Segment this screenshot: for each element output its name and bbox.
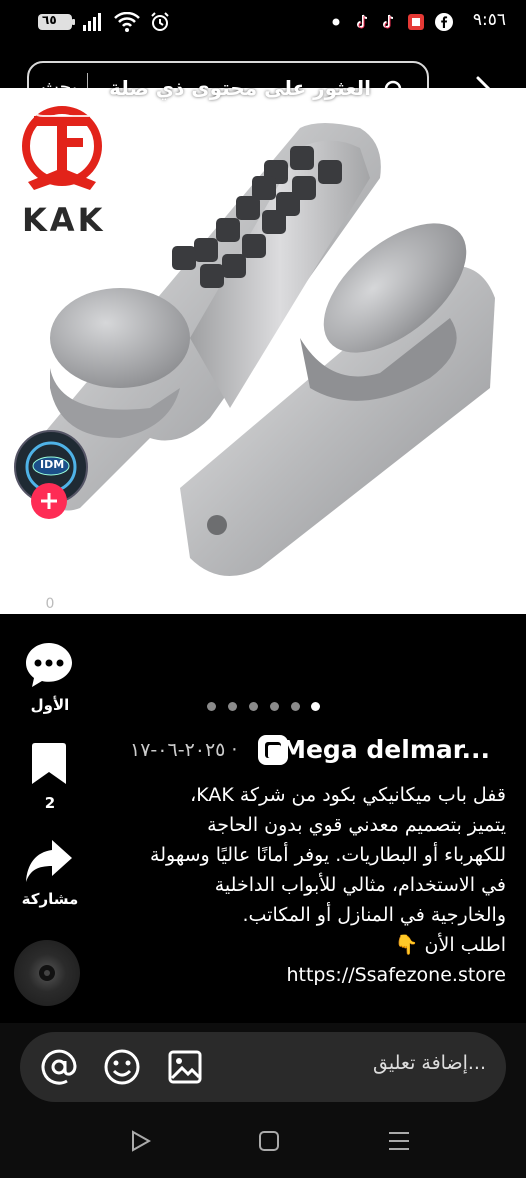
nav-recents-icon[interactable] bbox=[386, 1128, 412, 1154]
alarm-icon bbox=[150, 12, 170, 32]
mention-icon[interactable] bbox=[40, 1048, 78, 1086]
wifi-icon bbox=[114, 12, 140, 32]
brand-text: KAK bbox=[22, 201, 106, 239]
avatar-label: IDM bbox=[40, 458, 65, 471]
comments-label: الأول bbox=[30, 696, 70, 714]
search-icon bbox=[383, 79, 407, 107]
comment-bubble-icon[interactable] bbox=[24, 640, 74, 690]
author-name[interactable]: Mega delmar... bbox=[281, 735, 490, 764]
facebook-icon bbox=[434, 12, 454, 32]
photo-mode-icon bbox=[258, 735, 288, 765]
emoji-icon[interactable] bbox=[103, 1048, 141, 1086]
carousel-dot-active[interactable] bbox=[311, 702, 320, 711]
carousel-dot[interactable] bbox=[207, 702, 216, 711]
search-input[interactable]: العثور على محتوى ذي صلة بحث bbox=[27, 61, 429, 117]
nav-back-icon[interactable] bbox=[128, 1128, 154, 1154]
kak-logo bbox=[22, 106, 102, 190]
like-heart-icon[interactable] bbox=[22, 538, 76, 590]
status-time: ٩:٥٦ bbox=[472, 10, 506, 30]
caption-line: للكهرباء أو البطاريات. يوفر أمانًا عاليً… bbox=[150, 844, 506, 866]
post-header: Mega delmar... ٢٠٢٥-٠٦-١٧ · bbox=[130, 733, 490, 773]
nav-home-icon[interactable] bbox=[256, 1128, 282, 1154]
post-caption: قفل باب ميكانيكي بكود من شركة KAK، يتميز… bbox=[20, 780, 506, 990]
product-image[interactable]: KAK bbox=[0, 88, 526, 614]
caption-line: اطلب الأن 👇 bbox=[394, 934, 506, 956]
battery-level: ٦٥ bbox=[42, 13, 57, 27]
status-bar: ٩:٥٦ ٦٥ bbox=[0, 0, 526, 46]
notification-dot-icon bbox=[326, 12, 346, 32]
comment-input[interactable]: إضافة تعليق... bbox=[20, 1032, 506, 1102]
caption-line: والخارجية في المنازل أو المكاتب. bbox=[242, 904, 506, 926]
search-query: العثور على محتوى ذي صلة bbox=[109, 76, 371, 100]
caption-link[interactable]: https://Ssafezone.store bbox=[20, 960, 506, 990]
search-button[interactable]: بحث bbox=[41, 73, 89, 103]
carousel-dot[interactable] bbox=[291, 702, 300, 711]
like-count: 0 bbox=[45, 596, 55, 612]
back-arrow-icon[interactable] bbox=[456, 70, 496, 110]
battery-icon: ٦٥ bbox=[38, 12, 76, 32]
news-app-icon bbox=[406, 12, 426, 32]
lock-photo bbox=[22, 106, 495, 576]
caption-line: في الاستخدام، مثالي للأبواب الداخلية bbox=[214, 874, 506, 896]
post-date: ٢٠٢٥-٠٦-١٧ · bbox=[130, 739, 238, 761]
signal-icon bbox=[82, 12, 102, 32]
image-icon[interactable] bbox=[166, 1048, 204, 1086]
tiktok-icon bbox=[378, 12, 398, 32]
caption-line: قفل باب ميكانيكي بكود من شركة KAK، bbox=[190, 784, 506, 806]
carousel-dot[interactable] bbox=[249, 702, 258, 711]
comment-placeholder: إضافة تعليق... bbox=[373, 1052, 486, 1074]
carousel-dot[interactable] bbox=[270, 702, 279, 711]
tiktok-icon bbox=[352, 12, 372, 32]
caption-line: يتميز بتصميم معدني قوي بدون الحاجة bbox=[207, 814, 506, 836]
follow-plus-button[interactable] bbox=[31, 483, 67, 519]
carousel-dot[interactable] bbox=[228, 702, 237, 711]
